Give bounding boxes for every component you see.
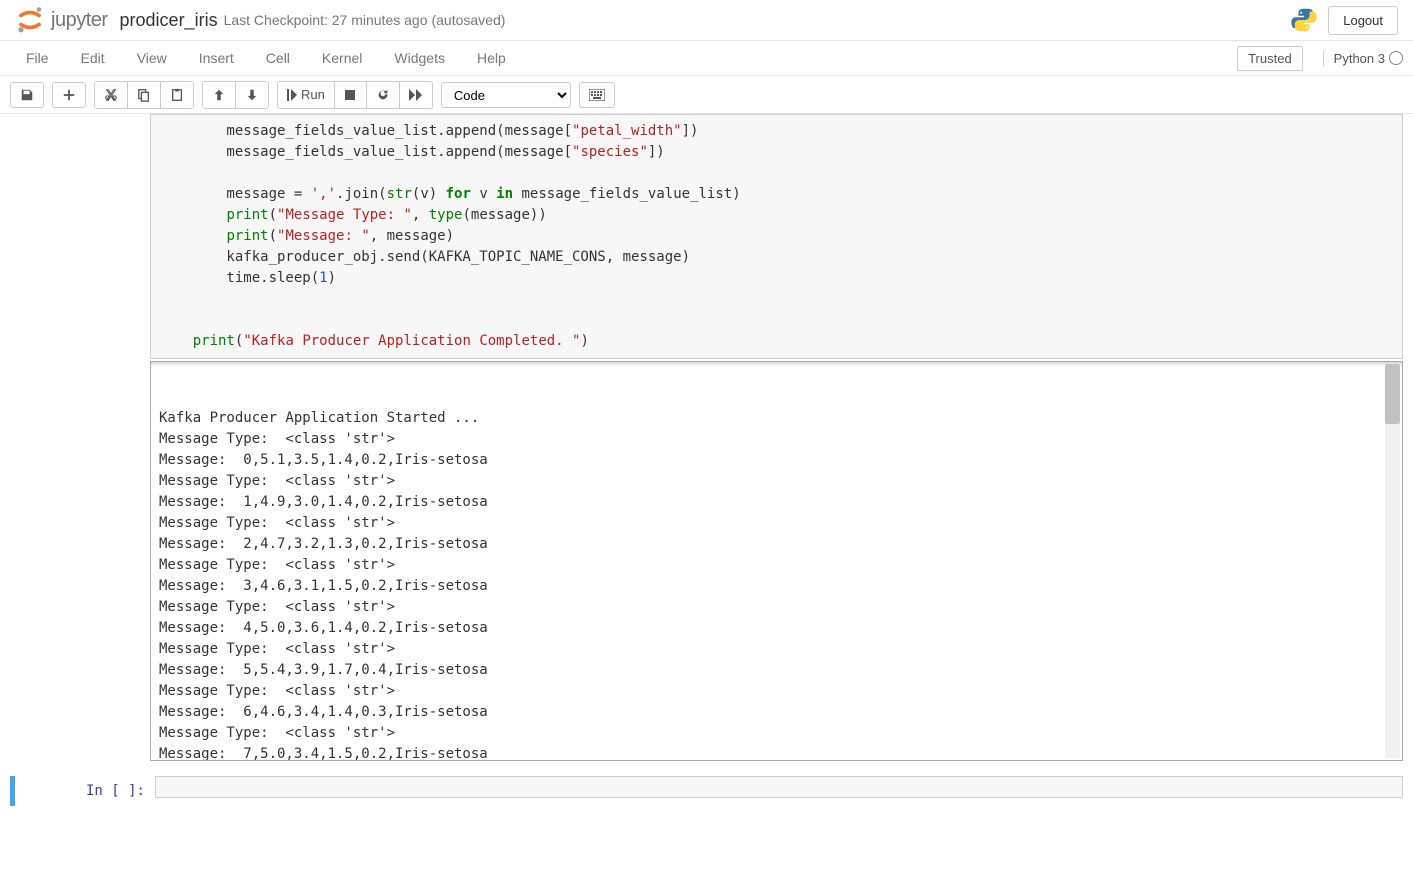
arrow-up-icon <box>212 88 226 102</box>
checkpoint-text: Last Checkpoint: 27 minutes ago <box>224 12 428 28</box>
jupyter-logo-icon <box>15 5 45 35</box>
menu-file[interactable]: File <box>10 42 65 74</box>
menu-insert[interactable]: Insert <box>183 42 250 74</box>
menu-help[interactable]: Help <box>461 42 522 74</box>
empty-code-input[interactable] <box>155 776 1403 798</box>
output-area[interactable]: Kafka Producer Application Started ... M… <box>150 361 1403 761</box>
autosave-text: (autosaved) <box>431 12 505 28</box>
output-scrollbar[interactable] <box>1385 364 1400 758</box>
python-logo-icon <box>1290 6 1318 34</box>
copy-button[interactable] <box>128 82 161 108</box>
command-palette-button[interactable] <box>579 82 615 108</box>
fast-forward-icon <box>409 89 423 101</box>
menu-cell[interactable]: Cell <box>250 42 306 74</box>
restart-button[interactable] <box>367 82 400 108</box>
toolbar: Run Code <box>0 76 1413 114</box>
menu-view[interactable]: View <box>121 42 183 74</box>
cut-icon <box>104 88 118 102</box>
cell-type-select[interactable]: Code <box>441 82 571 108</box>
logout-button[interactable]: Logout <box>1328 6 1398 35</box>
notebook-container: message_fields_value_list.append(message… <box>0 114 1413 806</box>
menubar: FileEditViewInsertCellKernelWidgetsHelp … <box>0 41 1413 76</box>
run-icon <box>287 89 297 101</box>
trusted-indicator[interactable]: Trusted <box>1237 46 1303 71</box>
menu-kernel[interactable]: Kernel <box>306 42 378 74</box>
arrow-down-icon <box>245 88 259 102</box>
code-cell[interactable]: message_fields_value_list.append(message… <box>10 114 1403 359</box>
paste-button[interactable] <box>161 82 193 108</box>
header: jupyter prodicer_iris Last Checkpoint: 2… <box>0 0 1413 41</box>
run-label: Run <box>301 87 325 102</box>
kernel-status-icon[interactable] <box>1389 51 1403 65</box>
save-button[interactable] <box>10 82 44 108</box>
menu-widgets[interactable]: Widgets <box>378 42 461 74</box>
output-cell: Kafka Producer Application Started ... M… <box>10 361 1403 761</box>
empty-code-cell[interactable]: In [ ]: <box>10 776 1403 806</box>
jupyter-logo[interactable]: jupyter <box>15 5 108 35</box>
save-icon <box>20 88 34 102</box>
logo-text: jupyter <box>51 9 108 32</box>
kernel-name[interactable]: Python 3 <box>1323 51 1385 66</box>
output-prompt <box>10 361 150 761</box>
move-down-button[interactable] <box>236 82 268 108</box>
code-input-area[interactable]: message_fields_value_list.append(message… <box>150 114 1403 359</box>
empty-cell-prompt: In [ ]: <box>15 776 155 806</box>
notebook-name[interactable]: prodicer_iris <box>120 10 218 31</box>
output-text: Kafka Producer Application Started ... M… <box>159 408 1394 761</box>
restart-icon <box>376 88 390 102</box>
stop-icon <box>344 89 356 101</box>
move-up-button[interactable] <box>203 82 236 108</box>
cell-prompt <box>10 114 150 359</box>
run-button[interactable]: Run <box>278 82 335 108</box>
add-cell-button[interactable] <box>52 82 86 108</box>
restart-run-all-button[interactable] <box>400 82 432 108</box>
interrupt-button[interactable] <box>335 82 367 108</box>
menu-edit[interactable]: Edit <box>65 42 121 74</box>
keyboard-icon <box>589 89 605 101</box>
output-scrollbar-thumb[interactable] <box>1385 364 1400 424</box>
copy-icon <box>137 88 151 102</box>
cut-button[interactable] <box>95 82 128 108</box>
paste-icon <box>170 88 184 102</box>
plus-icon <box>62 88 76 102</box>
